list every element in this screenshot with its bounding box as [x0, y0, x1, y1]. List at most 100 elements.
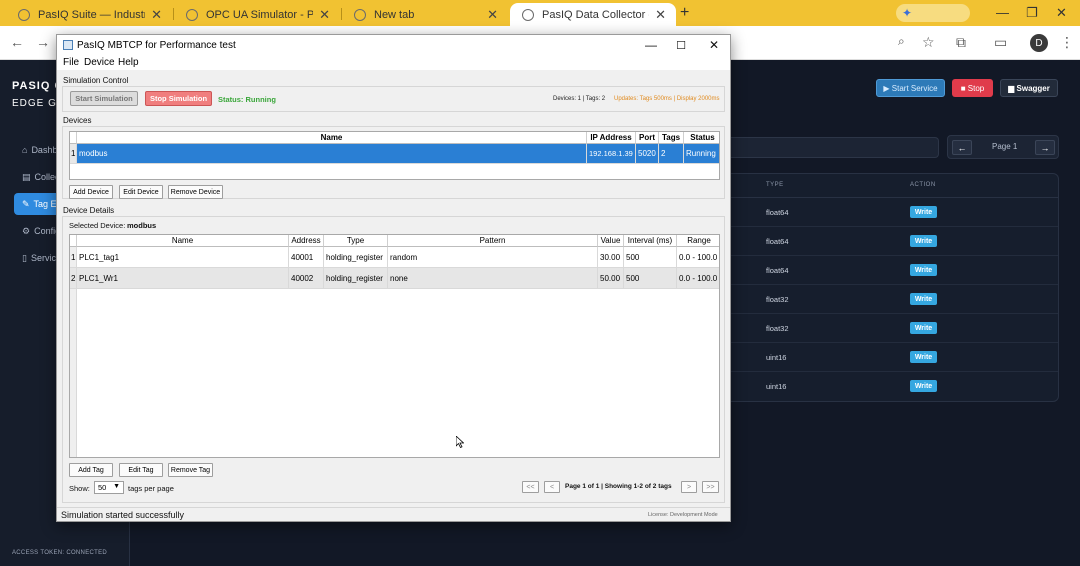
first-page-button[interactable]: << — [522, 481, 539, 493]
app-icon — [63, 40, 73, 50]
add-tag-button[interactable]: Add Tag — [69, 463, 113, 477]
profile-avatar[interactable]: D — [1030, 34, 1048, 52]
close-icon[interactable]: ✕ — [151, 7, 162, 23]
table-row: uint16 Write — [731, 372, 1058, 401]
edit-tag-button[interactable]: Edit Tag — [119, 463, 163, 477]
forward-icon[interactable]: → — [36, 34, 50, 50]
tag-pattern-cell[interactable]: none — [388, 268, 598, 289]
minimize-icon[interactable]: — — [641, 37, 661, 53]
tag-icon: ✎ — [22, 198, 30, 209]
start-simulation-button[interactable]: Start Simulation — [70, 91, 138, 106]
column-header-port[interactable]: Port — [636, 132, 659, 144]
write-button[interactable]: Write — [910, 322, 937, 334]
start-service-button[interactable]: ▶ Start Service — [876, 79, 945, 97]
gemini-button[interactable]: ✦ — [896, 4, 970, 22]
browser-tab-data-collector[interactable]: PasIQ Data Collector - Edge Ma ✕ — [510, 3, 676, 26]
tag-type-cell[interactable]: holding_register — [324, 247, 388, 268]
tag-name-cell[interactable]: PLC1_Wr1 — [77, 268, 289, 289]
maximize-icon[interactable]: ☐ — [671, 37, 691, 53]
device-tags-cell[interactable]: 2 — [659, 144, 684, 164]
prev-page-button[interactable]: ← — [952, 140, 972, 155]
minimize-icon[interactable]: — — [996, 5, 1009, 20]
column-header-name[interactable]: Name — [77, 132, 587, 144]
row-number-header — [70, 235, 77, 247]
column-header-ip[interactable]: IP Address — [587, 132, 636, 144]
stop-simulation-button[interactable]: Stop Simulation — [145, 91, 212, 106]
tag-value-cell[interactable]: 50.00 — [598, 268, 624, 289]
menu-dots-icon[interactable]: ⋮ — [1060, 34, 1074, 51]
browser-tab-pasiq-suite[interactable]: PasIQ Suite — Industrial Intellig ✕ — [6, 3, 172, 26]
search-input[interactable] — [731, 137, 939, 158]
swagger-button[interactable]: ▆ Swagger — [1000, 79, 1058, 97]
tag-value-cell[interactable]: 30.00 — [598, 247, 624, 268]
tags-table: Name Address Type Pattern Value Interval… — [69, 234, 720, 458]
device-ip-cell[interactable]: 192.168.1.39 — [587, 144, 636, 164]
per-page-select[interactable]: 50 ▼ — [94, 481, 124, 494]
tab-title: OPC UA Simulator - Premium D — [206, 8, 314, 21]
column-header-value[interactable]: Value — [598, 235, 624, 247]
zoom-icon[interactable]: ⌕ — [898, 34, 905, 49]
close-icon[interactable]: ✕ — [319, 7, 330, 23]
remove-tag-button[interactable]: Remove Tag — [168, 463, 213, 477]
chevron-down-icon: ▼ — [113, 483, 120, 490]
tag-range-cell[interactable]: 0.0 - 100.0 — [677, 268, 719, 289]
write-button[interactable]: Write — [910, 206, 937, 218]
write-button[interactable]: Write — [910, 235, 937, 247]
column-header-tags[interactable]: Tags — [659, 132, 684, 144]
group-label-devices: Devices — [63, 116, 92, 125]
column-header-pattern[interactable]: Pattern — [388, 235, 598, 247]
window-title-bar: PasIQ MBTCP for Performance test — ☐ ✕ — [57, 35, 730, 56]
write-button[interactable]: Write — [910, 380, 937, 392]
star-icon[interactable]: ☆ — [922, 34, 935, 51]
device-status-cell[interactable]: Running — [684, 144, 719, 164]
browser-tab-opc-ua[interactable]: OPC UA Simulator - Premium D ✕ — [174, 3, 340, 26]
add-device-button[interactable]: Add Device — [69, 185, 113, 199]
last-page-button[interactable]: >> — [702, 481, 719, 493]
write-button[interactable]: Write — [910, 264, 937, 276]
device-name-cell[interactable]: modbus — [77, 144, 587, 164]
close-window-icon[interactable]: ✕ — [1056, 5, 1067, 21]
menu-file[interactable]: File — [63, 57, 79, 68]
tag-name-cell[interactable]: PLC1_tag1 — [77, 247, 289, 268]
tag-range-cell[interactable]: 0.0 - 100.0 — [677, 247, 719, 268]
tag-pattern-cell[interactable]: random — [388, 247, 598, 268]
prev-page-button[interactable]: < — [544, 481, 560, 493]
close-icon[interactable]: ✕ — [655, 7, 666, 23]
device-details-group: Selected Device: modbus Name Address Typ… — [62, 216, 725, 503]
tag-interval-cell[interactable]: 500 — [624, 247, 677, 268]
column-header-range[interactable]: Range — [677, 235, 719, 247]
cast-icon[interactable]: ▭ — [994, 34, 1007, 51]
sidebar-item-label: Dashb — [31, 145, 58, 155]
edit-device-button[interactable]: Edit Device — [119, 185, 163, 199]
close-icon[interactable]: ✕ — [487, 7, 498, 23]
device-port-cell[interactable]: 5020 — [636, 144, 659, 164]
next-page-button[interactable]: > — [681, 481, 697, 493]
menu-help[interactable]: Help — [118, 57, 139, 68]
write-button[interactable]: Write — [910, 351, 937, 363]
back-icon[interactable]: ← — [10, 34, 24, 50]
tag-address-cell[interactable]: 40002 — [289, 268, 324, 289]
column-header-address[interactable]: Address — [289, 235, 324, 247]
column-header-type[interactable]: Type — [324, 235, 388, 247]
column-header-status[interactable]: Status — [684, 132, 719, 144]
type-cell: uint16 — [766, 382, 787, 391]
restore-icon[interactable]: ❐ — [1026, 5, 1038, 21]
tag-address-cell[interactable]: 40001 — [289, 247, 324, 268]
remove-device-button[interactable]: Remove Device — [168, 185, 223, 199]
selected-device-label: Selected Device: — [69, 221, 126, 230]
write-button[interactable]: Write — [910, 293, 937, 305]
column-header-interval[interactable]: Interval (ms) — [624, 235, 677, 247]
type-cell: float64 — [766, 266, 789, 275]
close-icon[interactable]: ✕ — [704, 37, 724, 53]
browser-tab-new-tab[interactable]: New tab ✕ — [342, 3, 508, 26]
stop-button[interactable]: ■ Stop — [952, 79, 993, 97]
tab-title: New tab — [374, 8, 415, 21]
tag-interval-cell[interactable]: 500 — [624, 268, 677, 289]
next-page-button[interactable]: → — [1035, 140, 1055, 155]
menu-device[interactable]: Device — [84, 57, 115, 68]
extensions-icon[interactable]: ⧉ — [956, 34, 966, 51]
column-header-name[interactable]: Name — [77, 235, 289, 247]
new-tab-icon[interactable]: + — [680, 4, 689, 22]
per-page-suffix: tags per page — [128, 484, 174, 493]
tag-type-cell[interactable]: holding_register — [324, 268, 388, 289]
